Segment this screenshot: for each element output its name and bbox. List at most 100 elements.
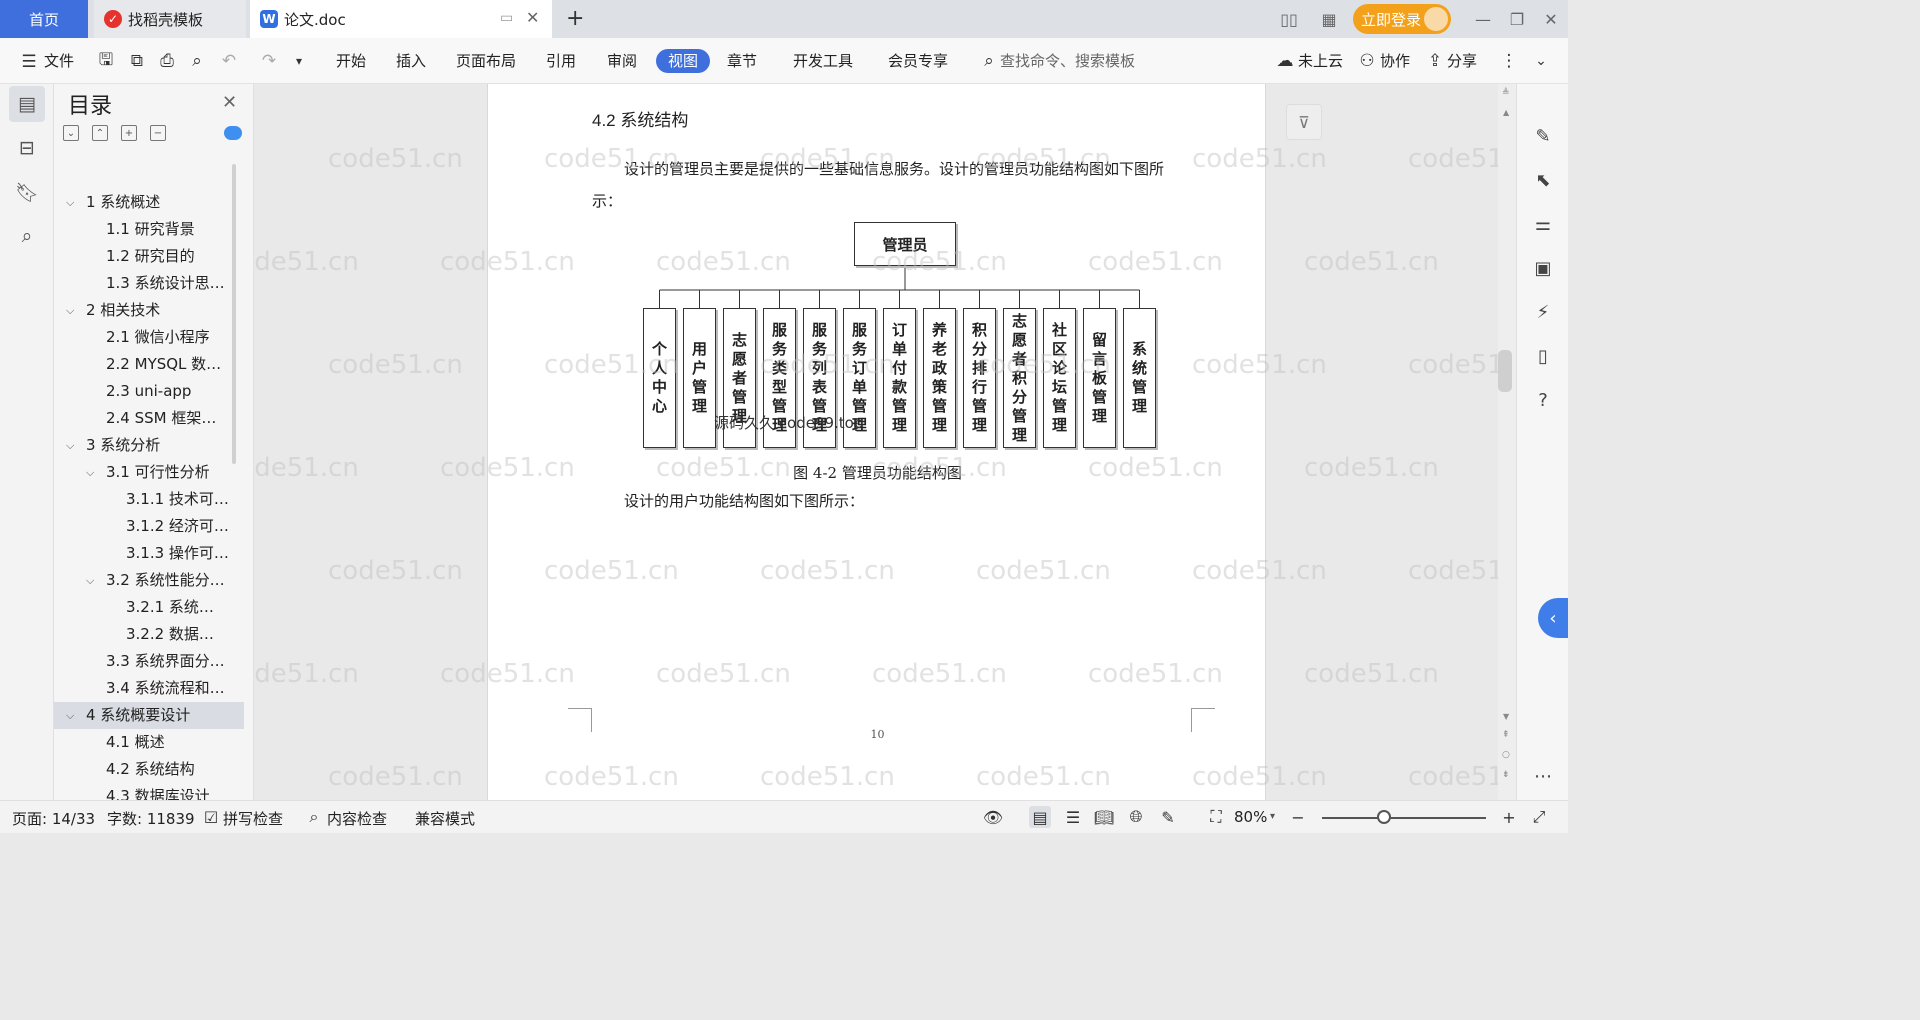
toc-item[interactable]: 1.1 研究背景: [54, 216, 244, 243]
print-icon[interactable]: ⎙: [156, 50, 178, 72]
bookmark-icon[interactable]: 🔖︎: [9, 174, 45, 210]
write-view-icon[interactable]: ✎: [1157, 806, 1179, 828]
reading-icon[interactable]: ▯: [1531, 344, 1555, 368]
zoom-slider[interactable]: [1322, 817, 1486, 819]
close-tab-icon[interactable]: ✕: [526, 8, 539, 27]
toc-item[interactable]: 2.2 MYSQL 数…: [54, 351, 244, 378]
hamburger-icon[interactable]: ☰: [18, 51, 40, 73]
scrollbar-thumb[interactable]: [1498, 350, 1512, 392]
toc-icon[interactable]: ▤: [9, 86, 45, 122]
float-window-icon[interactable]: ▭: [500, 10, 513, 26]
toc-item[interactable]: 1.3 系统设计思…: [54, 270, 244, 297]
search-icon[interactable]: ⌕: [9, 218, 45, 254]
menu-file[interactable]: 文件: [44, 49, 74, 73]
expand-caret-icon[interactable]: ⌵: [86, 459, 94, 486]
export-icon[interactable]: ⧉: [126, 50, 148, 72]
ai-toc-icon[interactable]: [224, 126, 242, 140]
fit-page-icon[interactable]: ⛶: [1205, 806, 1227, 828]
cloud-status[interactable]: 未上云: [1298, 49, 1343, 73]
toc-item[interactable]: ⌵ 2 相关技术: [54, 297, 244, 324]
expand-all-icon[interactable]: ⌄: [63, 125, 79, 141]
toc-item[interactable]: 4.3 数据库设计: [54, 783, 244, 800]
menu-layout[interactable]: 页面布局: [456, 49, 516, 73]
command-search-input[interactable]: 查找命令、搜索模板: [1000, 49, 1135, 73]
menu-insert[interactable]: 插入: [396, 49, 426, 73]
tab-document[interactable]: W 论文.doc ▭ ✕: [250, 0, 552, 38]
menu-view[interactable]: 视图: [656, 49, 711, 73]
save-icon[interactable]: 🖫: [95, 50, 117, 72]
remove-heading-icon[interactable]: −: [150, 125, 166, 141]
login-button[interactable]: 立即登录: [1353, 4, 1451, 34]
document-page[interactable]: 4.2 系统结构 设计的管理员主要是提供的一些基础信息服务。设计的管理员功能结构…: [487, 84, 1266, 800]
collaborate-button[interactable]: 协作: [1380, 49, 1410, 73]
expand-caret-icon[interactable]: ⌵: [86, 567, 94, 594]
ai-assistant-icon[interactable]: ⚡: [1531, 300, 1555, 324]
toc-item[interactable]: 2.4 SSM 框架…: [54, 405, 244, 432]
next-page-icon[interactable]: ⇟: [1502, 770, 1510, 780]
share-button[interactable]: 分享: [1447, 49, 1477, 73]
layout-icon[interactable]: ▯▯: [1276, 6, 1302, 32]
adjust-icon[interactable]: ⚌: [1531, 212, 1555, 236]
reading-view-icon[interactable]: 📖︎: [1093, 806, 1115, 828]
add-heading-icon[interactable]: +: [121, 125, 137, 141]
toc-item[interactable]: ⌵ 1 系统概述: [54, 189, 244, 216]
menu-chapter[interactable]: 章节: [727, 49, 757, 73]
zoom-level[interactable]: 80%: [1234, 808, 1267, 826]
toc-item[interactable]: 2.1 微信小程序: [54, 324, 244, 351]
more-icon[interactable]: ⋮: [1498, 50, 1520, 72]
toc-item[interactable]: 4.2 系统结构: [54, 756, 244, 783]
page-view-icon[interactable]: ▤: [1029, 806, 1051, 828]
spell-check-button[interactable]: 拼写检查: [223, 808, 283, 829]
toc-item[interactable]: 3.2.2 数据…: [54, 621, 244, 648]
chevron-down-icon[interactable]: ▾: [1270, 811, 1275, 822]
collapse-panel-icon[interactable]: ⊽: [1286, 104, 1322, 140]
zoom-out-icon[interactable]: −: [1287, 806, 1309, 828]
select-browse-icon[interactable]: ○: [1502, 750, 1510, 760]
close-icon[interactable]: ✕: [222, 92, 237, 113]
toc-item[interactable]: ⌵ 3.2 系统性能分…: [54, 567, 244, 594]
zoom-slider-thumb[interactable]: [1377, 810, 1392, 824]
new-tab-icon[interactable]: +: [566, 6, 584, 31]
toc-item[interactable]: 3.1.1 技术可…: [54, 486, 244, 513]
close-window-icon[interactable]: ✕: [1538, 6, 1564, 32]
toc-item[interactable]: 4.1 概述: [54, 729, 244, 756]
collapse-all-icon[interactable]: ⌃: [92, 125, 108, 141]
undo-icon[interactable]: ↶: [218, 50, 240, 72]
menu-devtools[interactable]: 开发工具: [793, 49, 853, 73]
eye-protect-icon[interactable]: 👁︎: [982, 806, 1004, 828]
content-check-button[interactable]: 内容检查: [327, 808, 387, 829]
toc-item[interactable]: 3.4 系统流程和…: [54, 675, 244, 702]
expand-caret-icon[interactable]: ⌵: [66, 189, 74, 216]
chevron-down-icon[interactable]: ▾: [288, 50, 310, 72]
redo-icon[interactable]: ↷: [258, 50, 280, 72]
collapse-ribbon-icon[interactable]: ⌄: [1530, 50, 1552, 72]
menu-review[interactable]: 审阅: [607, 49, 637, 73]
toc-item[interactable]: 2.3 uni-app: [54, 378, 244, 405]
expand-caret-icon[interactable]: ⌵: [66, 297, 74, 324]
toc-item[interactable]: 3.1.2 经济可…: [54, 513, 244, 540]
toc-item[interactable]: ⌵ 3 系统分析: [54, 432, 244, 459]
apps-grid-icon[interactable]: ▦: [1316, 6, 1342, 32]
toc-item[interactable]: 3.3 系统界面分…: [54, 648, 244, 675]
web-view-icon[interactable]: 🌐︎: [1125, 806, 1147, 828]
word-count[interactable]: 字数: 11839: [107, 808, 195, 829]
select-cursor-icon[interactable]: ⬉: [1531, 168, 1555, 192]
toc-item[interactable]: ⌵ 3.1 可行性分析: [54, 459, 244, 486]
menu-start[interactable]: 开始: [336, 49, 366, 73]
chapter-nav-icon[interactable]: ⊟: [9, 130, 45, 166]
image-tools-icon[interactable]: ▣: [1531, 256, 1555, 280]
fullscreen-icon[interactable]: ⤢: [1528, 806, 1550, 828]
toc-item[interactable]: 3.2.1 系统…: [54, 594, 244, 621]
outline-view-icon[interactable]: ☰: [1062, 806, 1084, 828]
menu-member[interactable]: 会员专享: [888, 49, 948, 73]
prev-page-icon[interactable]: ⇞: [1502, 730, 1510, 740]
pen-icon[interactable]: ✎: [1531, 124, 1555, 148]
toc-item[interactable]: 3.1.3 操作可…: [54, 540, 244, 567]
restore-icon[interactable]: ❐: [1504, 6, 1530, 32]
toc-item[interactable]: ⌵ 4 系统概要设计: [54, 702, 244, 729]
help-icon[interactable]: ?: [1531, 388, 1555, 412]
tab-find-template[interactable]: ✓ 找稻壳模板: [94, 0, 246, 38]
more-tools-icon[interactable]: ⋯: [1531, 764, 1555, 788]
toc-item[interactable]: 1.2 研究目的: [54, 243, 244, 270]
minimize-icon[interactable]: —: [1470, 6, 1496, 32]
